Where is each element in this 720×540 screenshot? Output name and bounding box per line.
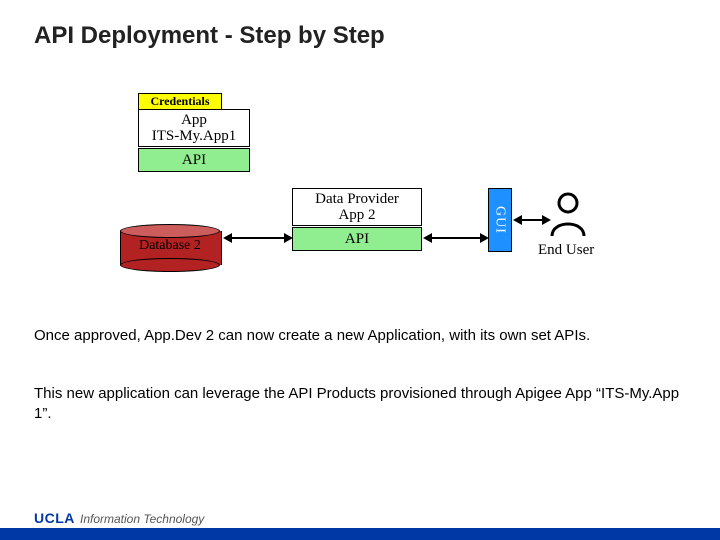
- arrow-head-icon: [480, 233, 489, 243]
- user-icon: [548, 192, 588, 238]
- arrow-head-icon: [542, 215, 551, 225]
- api2-box: API: [292, 227, 422, 251]
- footer-text: Information Technology: [80, 512, 204, 526]
- app-its-myapp1-box: App ITS-My.App1: [138, 109, 250, 147]
- dp2-line2: App 2: [338, 207, 375, 224]
- paragraph-1: Once approved, App.Dev 2 can now create …: [34, 326, 686, 346]
- arrow-head-icon: [284, 233, 293, 243]
- data-provider-app2-box: Data Provider App 2: [292, 188, 422, 226]
- database-2-cylinder: Database 2: [120, 224, 220, 272]
- api1-box: API: [138, 148, 250, 172]
- page-title: API Deployment - Step by Step: [34, 22, 385, 50]
- footer-bar: [0, 528, 720, 540]
- app1-line1: App: [181, 112, 207, 129]
- app1-line2: ITS-My.App1: [152, 128, 236, 145]
- dp2-line1: Data Provider: [315, 191, 399, 208]
- arrow-head-icon: [423, 233, 432, 243]
- connector-api-gui: [432, 237, 480, 239]
- end-user-label: End User: [538, 242, 594, 259]
- gui-box: GUI: [488, 188, 512, 252]
- connector-gui-user: [522, 219, 542, 221]
- arrow-head-icon: [513, 215, 522, 225]
- footer-logo: UCLA: [34, 510, 75, 526]
- paragraph-2: This new application can leverage the AP…: [34, 384, 686, 425]
- database-2-label: Database 2: [120, 238, 220, 254]
- arrow-head-icon: [223, 233, 232, 243]
- connector-db-api: [232, 237, 284, 239]
